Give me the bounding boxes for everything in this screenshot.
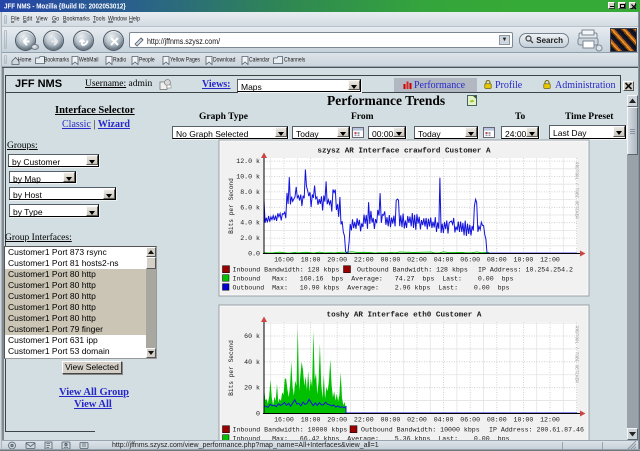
svg-text:8.0 k: 8.0 k xyxy=(240,189,260,196)
svg-text:08:00: 08:00 xyxy=(487,257,507,264)
svg-text:06:00: 06:00 xyxy=(460,417,480,424)
svg-text:04:00: 04:00 xyxy=(434,257,454,264)
svg-text:16:00: 16:00 xyxy=(274,417,294,424)
svg-text:10:00: 10:00 xyxy=(514,417,534,424)
svg-text:22:00: 22:00 xyxy=(354,417,374,424)
svg-text:00:00: 00:00 xyxy=(381,257,401,264)
svg-text:6.0 k: 6.0 k xyxy=(240,204,260,211)
svg-text:Bits per Second: Bits per Second xyxy=(228,178,235,234)
svg-text:RRDTOOL / TOBI OETIKER: RRDTOOL / TOBI OETIKER xyxy=(574,326,579,383)
svg-text:20 k: 20 k xyxy=(244,385,260,392)
svg-text:4.0 k: 4.0 k xyxy=(240,220,260,227)
svg-text:40 k: 40 k xyxy=(244,359,260,366)
svg-text:0.0: 0.0 xyxy=(248,251,260,258)
svg-text:16:00: 16:00 xyxy=(274,257,294,264)
svg-text:Inbound Max: 160.16 bps: Inbound Max: 160.16 bps Average: 74.27 b… xyxy=(233,276,514,283)
svg-text:18:00: 18:00 xyxy=(301,257,321,264)
svg-text:02:00: 02:00 xyxy=(407,257,427,264)
svg-text:20:00: 20:00 xyxy=(327,417,347,424)
svg-text:12:00: 12:00 xyxy=(540,257,560,264)
svg-text:06:00: 06:00 xyxy=(460,257,480,264)
svg-text:12.0 k: 12.0 k xyxy=(236,158,260,165)
svg-text:04:00: 04:00 xyxy=(434,417,454,424)
svg-text:Outbound Max: 10.90 kbps A: Outbound Max: 10.90 kbps Average: 2.96 k… xyxy=(233,285,510,292)
svg-text:Outbound Bandwidth: 10000 kbps: Outbound Bandwidth: 10000 kbps xyxy=(361,427,480,434)
svg-text:Bits per Second: Bits per Second xyxy=(228,340,235,396)
svg-text:szysz AR Interface crawford Cu: szysz AR Interface crawford Customer A xyxy=(317,148,491,156)
svg-text:20:00: 20:00 xyxy=(327,257,347,264)
svg-text:IP Address: 10.254.254.2: IP Address: 10.254.254.2 xyxy=(478,267,573,274)
svg-text:22:00: 22:00 xyxy=(354,257,374,264)
svg-text:60 k: 60 k xyxy=(244,333,260,340)
svg-text:Outbound Bandwidth: 128 kbps: Outbound Bandwidth: 128 kbps xyxy=(357,267,468,274)
svg-text:2.0 k: 2.0 k xyxy=(240,235,260,242)
svg-text:18:00: 18:00 xyxy=(301,417,321,424)
svg-text:08:00: 08:00 xyxy=(487,417,507,424)
svg-text:Inbound Bandwidth: 128 kbps: Inbound Bandwidth: 128 kbps xyxy=(233,267,340,274)
svg-text:00:00: 00:00 xyxy=(381,417,401,424)
svg-text:RRDTOOL / TOBI OETIKER: RRDTOOL / TOBI OETIKER xyxy=(574,162,579,219)
svg-text:12:00: 12:00 xyxy=(540,417,560,424)
svg-text:0: 0 xyxy=(256,411,260,418)
svg-text:toshy AR Interface eth0 Custom: toshy AR Interface eth0 Customer A xyxy=(327,312,482,320)
svg-text:IP Address: 200.61.87.46: IP Address: 200.61.87.46 xyxy=(489,427,584,434)
svg-text:10.0 k: 10.0 k xyxy=(236,174,260,181)
svg-text:Inbound Bandwidth: 10000 kbps: Inbound Bandwidth: 10000 kbps xyxy=(233,427,348,434)
svg-text:10:00: 10:00 xyxy=(514,257,534,264)
svg-text:02:00: 02:00 xyxy=(407,417,427,424)
